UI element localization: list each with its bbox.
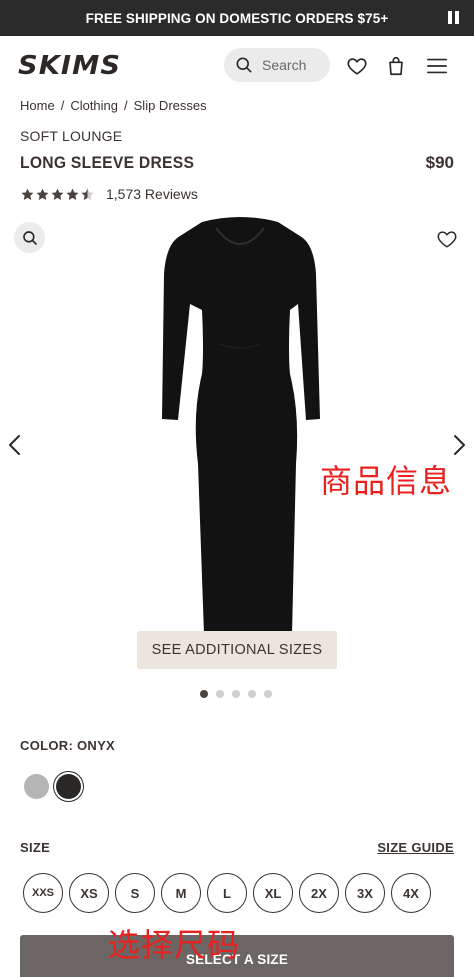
carousel-dot[interactable] xyxy=(232,690,240,698)
size-option-2x[interactable]: 2X xyxy=(299,873,339,913)
shopping-bag-icon[interactable] xyxy=(385,55,407,77)
size-option-xl[interactable]: XL xyxy=(253,873,293,913)
product-image-dress xyxy=(162,217,320,634)
annotation-product-info: 商品信息 xyxy=(320,462,453,500)
size-option-m[interactable]: M xyxy=(161,873,201,913)
color-swatch-onyx[interactable] xyxy=(56,774,81,799)
size-options: XXS XS S M L XL 2X 3X 4X xyxy=(23,873,431,913)
carousel-dots xyxy=(200,690,272,698)
size-option-s[interactable]: S xyxy=(115,873,155,913)
star-full-icon xyxy=(36,188,49,200)
carousel-dot[interactable] xyxy=(216,690,224,698)
promo-banner-text: FREE SHIPPING ON DOMESTIC ORDERS $75+ xyxy=(85,10,389,26)
breadcrumb: Home / Clothing / Slip Dresses xyxy=(20,98,207,113)
review-count-link[interactable]: 1,573 Reviews xyxy=(106,186,198,202)
search-bar[interactable] xyxy=(224,48,330,82)
size-guide-link[interactable]: SIZE GUIDE xyxy=(377,840,454,855)
brand-logo[interactable]: SKIMS xyxy=(18,51,121,81)
star-full-icon xyxy=(21,188,34,200)
carousel-dot[interactable] xyxy=(200,690,208,698)
collection-name: SOFT LOUNGE xyxy=(20,128,123,144)
zoom-button[interactable] xyxy=(14,222,45,253)
breadcrumb-slip-dresses[interactable]: Slip Dresses xyxy=(134,98,207,113)
size-option-4x[interactable]: 4X xyxy=(391,873,431,913)
zoom-search-icon xyxy=(22,230,37,245)
size-option-xxs[interactable]: XXS xyxy=(23,873,63,913)
previous-image-chevron-left-icon[interactable] xyxy=(6,434,24,456)
star-full-icon xyxy=(66,188,79,200)
see-additional-sizes-button[interactable]: SEE ADDITIONAL SIZES xyxy=(137,631,337,669)
carousel-dot[interactable] xyxy=(248,690,256,698)
next-image-chevron-right-icon[interactable] xyxy=(450,434,468,456)
color-swatch-grey[interactable] xyxy=(24,774,49,799)
site-header: SKIMS xyxy=(0,36,474,94)
size-option-xs[interactable]: XS xyxy=(69,873,109,913)
carousel-dot[interactable] xyxy=(264,690,272,698)
star-full-icon xyxy=(51,188,64,200)
pause-icon[interactable] xyxy=(448,11,460,24)
size-option-3x[interactable]: 3X xyxy=(345,873,385,913)
breadcrumb-clothing[interactable]: Clothing xyxy=(70,98,118,113)
product-title: LONG SLEEVE DRESS xyxy=(20,153,195,172)
size-label: SIZE xyxy=(20,840,51,855)
breadcrumb-separator: / xyxy=(124,98,128,113)
product-price: $90 xyxy=(425,153,454,172)
annotation-select-size: 选择尺码 xyxy=(108,926,241,964)
star-rating xyxy=(20,187,95,202)
add-to-wishlist-heart-icon[interactable] xyxy=(436,228,458,250)
rating-summary[interactable]: 1,573 Reviews xyxy=(20,186,198,202)
search-input[interactable] xyxy=(262,57,324,73)
size-option-l[interactable]: L xyxy=(207,873,247,913)
product-gallery[interactable]: 商品信息 SEE ADDITIONAL SIZES xyxy=(0,212,474,710)
menu-hamburger-icon[interactable] xyxy=(426,55,448,77)
color-label: COLOR: ONYX xyxy=(20,738,116,753)
breadcrumb-home[interactable]: Home xyxy=(20,98,55,113)
star-half-icon xyxy=(81,188,94,200)
search-icon xyxy=(236,57,252,73)
promo-banner: FREE SHIPPING ON DOMESTIC ORDERS $75+ xyxy=(0,0,474,36)
wishlist-heart-icon[interactable] xyxy=(346,55,368,77)
breadcrumb-separator: / xyxy=(60,98,65,113)
